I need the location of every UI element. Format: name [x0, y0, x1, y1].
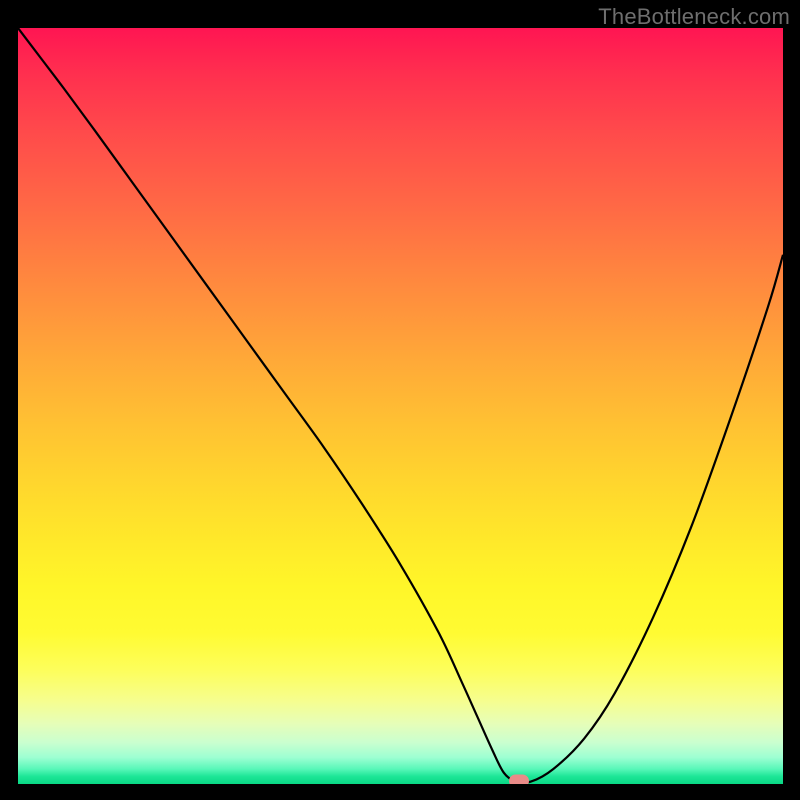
watermark-text: TheBottleneck.com: [598, 4, 790, 30]
plot-area: [18, 28, 783, 784]
bottleneck-curve: [18, 28, 783, 784]
chart-frame: TheBottleneck.com: [0, 0, 800, 800]
curve-path: [18, 28, 783, 783]
optimum-marker: [509, 774, 529, 784]
